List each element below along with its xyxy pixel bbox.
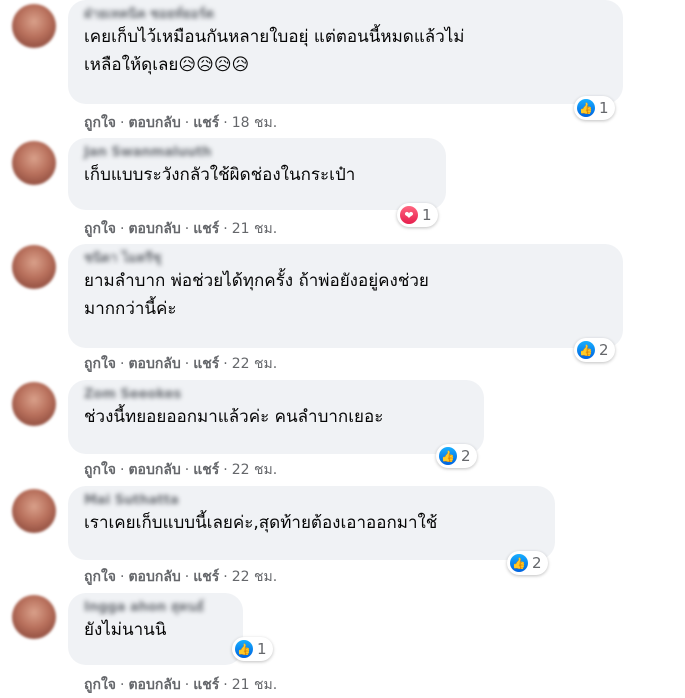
comment-actions: ถูกใจ · ตอบกลับ · แชร์ · 21 ชม. <box>84 674 277 696</box>
comment-actions: ถูกใจ · ตอบกลับ · แชร์ · 18 ชม. <box>84 112 277 134</box>
reaction-count-value: 1 <box>257 640 267 658</box>
like-link[interactable]: ถูกใจ <box>84 569 116 585</box>
separator: · <box>223 356 228 372</box>
separator: · <box>184 462 190 478</box>
comment-text: ช่วงนี้ทยอยออกมาแล้วค่ะ คนลำบากเยอะ <box>84 407 384 427</box>
separator: · <box>120 221 125 237</box>
like-link[interactable]: ถูกใจ <box>84 677 116 693</box>
like-link[interactable]: ถูกใจ <box>84 221 116 237</box>
like-link[interactable]: ถูกใจ <box>84 356 116 372</box>
comment-bubble: Ingga ahon สุคนธ์ ยังไม่นานนิ <box>68 593 243 665</box>
comment-actions: ถูกใจ · ตอบกลับ · แชร์ · 21 ชม. <box>84 218 277 240</box>
reaction-count[interactable]: 👍 1 <box>232 637 273 661</box>
comment-author[interactable]: Zom Seeokes <box>84 386 468 403</box>
separator: · <box>120 356 125 372</box>
reply-link[interactable]: ตอบกลับ <box>128 115 180 131</box>
comment-timestamp[interactable]: 22 ชม. <box>232 462 277 478</box>
reaction-count[interactable]: 👍 1 <box>574 96 615 120</box>
separator: · <box>223 462 228 478</box>
comment-text: ยังไม่นานนิ <box>84 620 167 640</box>
separator: · <box>120 569 125 585</box>
separator: · <box>184 221 190 237</box>
comment-bubble: Jan Swanmaluuth เก็บแบบระวังกลัวใช้ผิดช่… <box>68 138 446 210</box>
comment-timestamp[interactable]: 21 ชม. <box>232 221 277 237</box>
reaction-count-value: 1 <box>422 206 432 224</box>
like-icon: 👍 <box>577 99 595 117</box>
comment-actions: ถูกใจ · ตอบกลับ · แชร์ · 22 ชม. <box>84 459 277 481</box>
separator: · <box>120 462 125 478</box>
comment-bubble: ชนิดา ไมตรีชุ ยามลำบาก พ่อช่วยได้ทุกครั้… <box>68 244 623 348</box>
separator: · <box>223 115 228 131</box>
separator: · <box>184 677 190 693</box>
avatar[interactable] <box>12 245 56 289</box>
comment-bubble: Zom Seeokes ช่วงนี้ทยอยออกมาแล้วค่ะ คนลำ… <box>68 380 484 454</box>
like-icon: 👍 <box>510 554 528 572</box>
reaction-count-value: 2 <box>599 341 609 359</box>
separator: · <box>120 677 125 693</box>
separator: · <box>120 115 125 131</box>
comment-text: ยามลำบาก พ่อช่วยได้ทุกครั้ง ถ้าพ่อยังอยู… <box>84 271 429 319</box>
comment-text: เราเคยเก็บแบบนี้เลยค่ะ,สุดท้ายต้องเอาออก… <box>84 513 438 533</box>
separator: · <box>223 569 228 585</box>
comment-author[interactable]: Jan Swanmaluuth <box>84 144 430 161</box>
reply-link[interactable]: ตอบกลับ <box>128 462 180 478</box>
like-link[interactable]: ถูกใจ <box>84 115 116 131</box>
reply-link[interactable]: ตอบกลับ <box>128 221 180 237</box>
comment-author[interactable]: Ingga ahon สุคนธ์ <box>84 599 227 616</box>
comment-timestamp[interactable]: 21 ชม. <box>232 677 277 693</box>
share-link[interactable]: แชร์ <box>193 356 219 372</box>
love-icon: ❤ <box>400 206 418 224</box>
reaction-count-value: 2 <box>532 554 542 572</box>
like-icon: 👍 <box>439 447 457 465</box>
comment-bubble: Mai Suthatta เราเคยเก็บแบบนี้เลยค่ะ,สุดท… <box>68 486 555 560</box>
separator: · <box>223 677 228 693</box>
share-link[interactable]: แชร์ <box>193 115 219 131</box>
comment-text: เก็บแบบระวังกลัวใช้ผิดช่องในกระเป๋า <box>84 165 356 185</box>
comment-actions: ถูกใจ · ตอบกลับ · แชร์ · 22 ชม. <box>84 566 277 588</box>
reaction-count[interactable]: 👍 2 <box>507 551 548 575</box>
comment-author[interactable]: ฝ่ายเทคนิค ซอยท์ยอร์ต <box>84 6 607 23</box>
avatar[interactable] <box>12 595 56 639</box>
share-link[interactable]: แชร์ <box>193 569 219 585</box>
comment-author[interactable]: Mai Suthatta <box>84 492 539 509</box>
comment-timestamp[interactable]: 22 ชม. <box>232 569 277 585</box>
reaction-count[interactable]: ❤ 1 <box>397 203 438 227</box>
reply-link[interactable]: ตอบกลับ <box>128 677 180 693</box>
avatar[interactable] <box>12 382 56 426</box>
like-icon: 👍 <box>577 341 595 359</box>
avatar[interactable] <box>12 141 56 185</box>
avatar[interactable] <box>12 489 56 533</box>
reply-link[interactable]: ตอบกลับ <box>128 569 180 585</box>
separator: · <box>223 221 228 237</box>
reply-link[interactable]: ตอบกลับ <box>128 356 180 372</box>
share-link[interactable]: แชร์ <box>193 462 219 478</box>
separator: · <box>184 115 190 131</box>
comment-timestamp[interactable]: 22 ชม. <box>232 356 277 372</box>
like-link[interactable]: ถูกใจ <box>84 462 116 478</box>
share-link[interactable]: แชร์ <box>193 221 219 237</box>
reaction-count[interactable]: 👍 2 <box>436 444 477 468</box>
reaction-count-value: 1 <box>599 99 609 117</box>
comment-actions: ถูกใจ · ตอบกลับ · แชร์ · 22 ชม. <box>84 353 277 375</box>
separator: · <box>184 356 190 372</box>
comment-bubble: ฝ่ายเทคนิค ซอยท์ยอร์ต เคยเก็บไว้เหมือนกั… <box>68 0 623 104</box>
avatar[interactable] <box>12 4 56 48</box>
like-icon: 👍 <box>235 640 253 658</box>
comment-timestamp[interactable]: 18 ชม. <box>232 115 277 131</box>
separator: · <box>184 569 190 585</box>
share-link[interactable]: แชร์ <box>193 677 219 693</box>
comment-author[interactable]: ชนิดา ไมตรีชุ <box>84 250 607 267</box>
comment-text: เคยเก็บไว้เหมือนกันหลายใบอยุ่ แต่ตอนนี้ห… <box>84 27 465 75</box>
reaction-count-value: 2 <box>461 447 471 465</box>
reaction-count[interactable]: 👍 2 <box>574 338 615 362</box>
